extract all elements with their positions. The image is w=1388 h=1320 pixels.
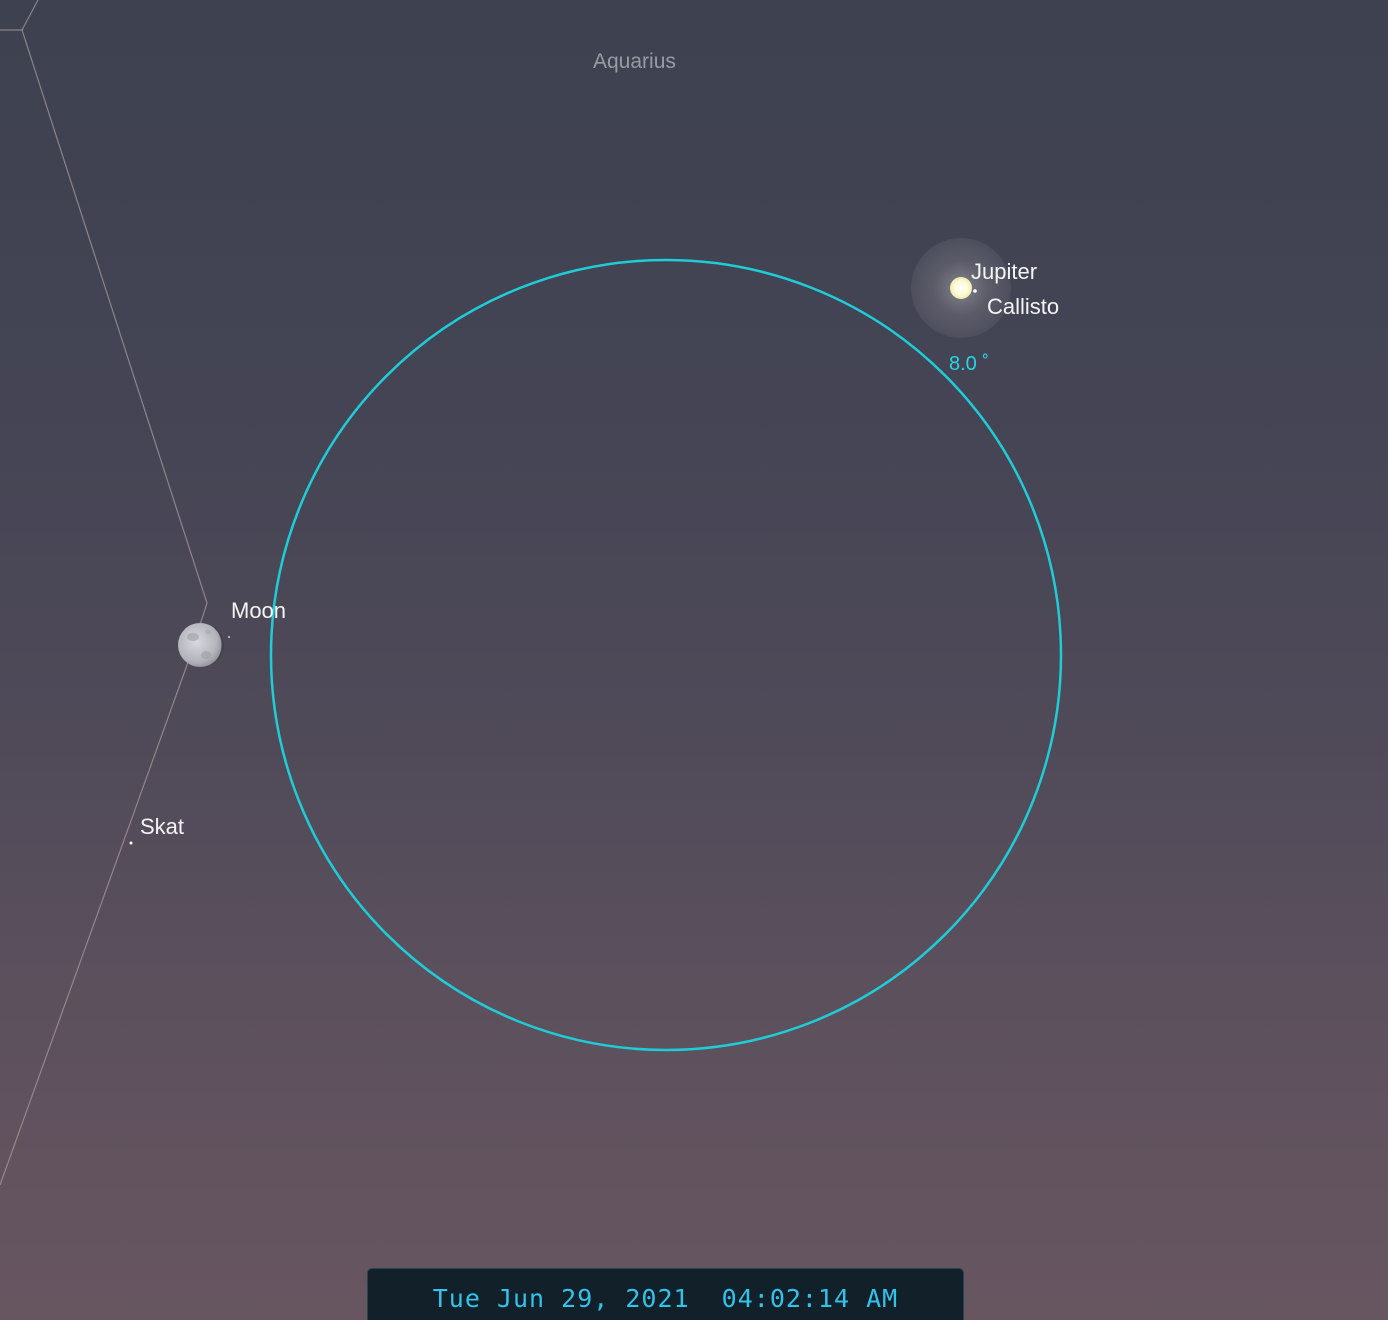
callisto-label[interactable]: Callisto: [987, 296, 1059, 318]
moon-label[interactable]: Moon: [231, 600, 286, 622]
skat-marker[interactable]: [129, 841, 133, 845]
constellation-boundary-line: [21, 0, 39, 31]
jupiter-marker[interactable]: [911, 238, 1011, 338]
skat-label[interactable]: Skat: [140, 816, 184, 838]
time-display-bar[interactable]: Tue Jun 29, 2021 04:02:14 AM: [367, 1268, 964, 1320]
callisto-marker[interactable]: [973, 289, 977, 293]
moon-tick-marker: [228, 636, 230, 638]
jupiter-label[interactable]: Jupiter: [971, 261, 1037, 283]
constellation-boundary-line: [0, 29, 208, 1186]
moon-marker[interactable]: [178, 623, 224, 667]
date-time-text[interactable]: Tue Jun 29, 2021 04:02:14 AM: [368, 1284, 963, 1313]
sky-chart: [0, 0, 1063, 1186]
fov-circle[interactable]: [269, 258, 1063, 1052]
constellation-label: Aquarius: [593, 50, 676, 73]
fov-size-label: 8.0 ˚: [949, 353, 990, 375]
